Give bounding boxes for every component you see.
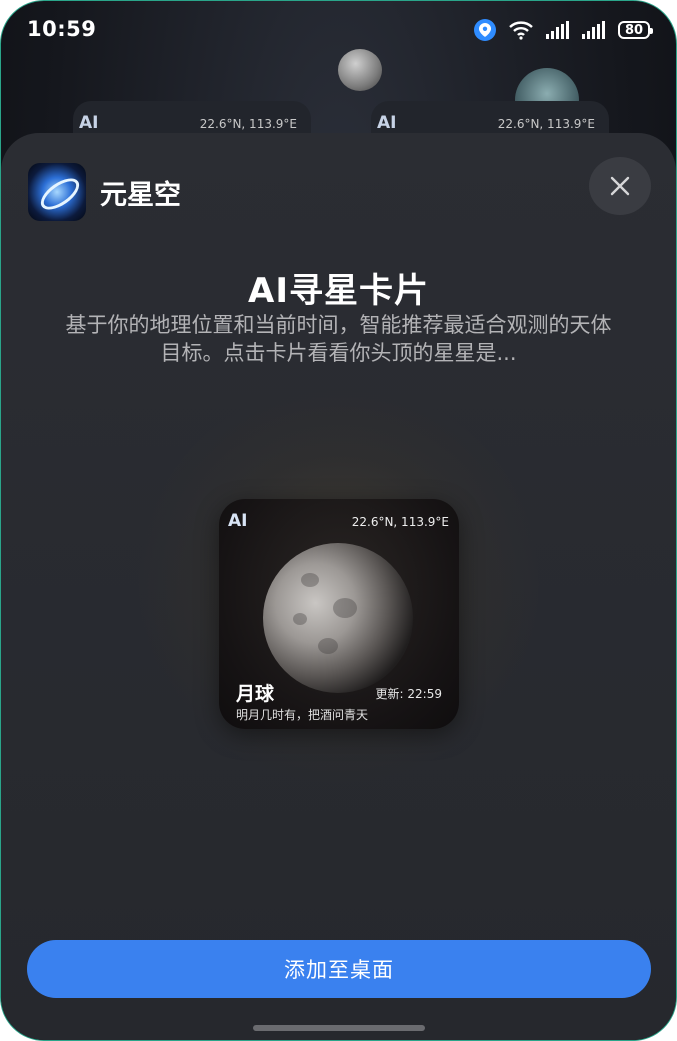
wifi-icon xyxy=(508,20,534,40)
ai-star-card-preview[interactable]: AI 22.6°N, 113.9°E 月球 更新: 22:59 明月几时有，把酒… xyxy=(219,499,459,729)
signal-icon xyxy=(546,21,570,39)
app-name: 元星空 xyxy=(100,180,181,211)
widget-coordinates: 22.6°N, 113.9°E xyxy=(497,117,595,131)
add-to-desktop-button[interactable]: 添加至桌面 xyxy=(27,940,651,998)
update-time: 更新: 22:59 xyxy=(375,687,442,701)
battery-icon: 80 xyxy=(618,21,653,39)
card-coordinates: 22.6°N, 113.9°E xyxy=(351,515,449,529)
widget-coordinates: 22.6°N, 113.9°E xyxy=(199,117,297,131)
status-bar: 10:59 80 xyxy=(1,1,676,61)
phone-screen: 10:59 80 AI 22.6°N, 113.9°E AI 22.6°N, 1… xyxy=(0,0,677,1041)
ai-badge: AI xyxy=(228,511,248,531)
close-button[interactable] xyxy=(589,157,651,215)
status-icons: 80 xyxy=(474,19,653,41)
ai-badge: AI xyxy=(377,113,397,133)
celestial-object-name: 月球 xyxy=(236,683,275,705)
background-moon xyxy=(338,49,382,91)
close-icon xyxy=(610,176,630,196)
location-icon xyxy=(474,19,496,41)
home-indicator[interactable] xyxy=(253,1025,425,1031)
signal-icon xyxy=(582,21,606,39)
ai-badge: AI xyxy=(79,113,99,133)
sheet-title: AI寻星卡片 xyxy=(248,271,429,311)
sheet-description: 基于你的地理位置和当前时间，智能推荐最适合观测的天体目标。点击卡片看看你头顶的星… xyxy=(65,313,612,365)
app-logo xyxy=(28,163,86,221)
card-quote: 明月几时有，把酒问青天 xyxy=(236,708,369,722)
status-time: 10:59 xyxy=(27,17,97,41)
moon-image xyxy=(263,543,413,693)
widget-sheet: 元星空 AI寻星卡片 基于你的地理位置和当前时间，智能推荐最适合观测的天体目标。… xyxy=(1,133,676,1040)
